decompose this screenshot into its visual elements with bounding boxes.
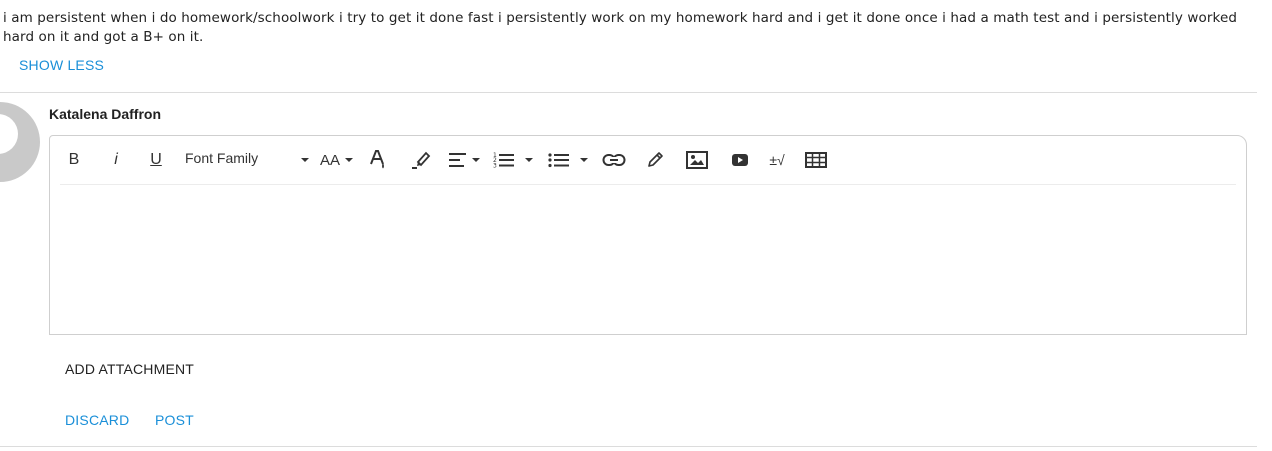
align-button[interactable] — [448, 148, 480, 172]
video-icon — [732, 154, 748, 166]
text-color-button[interactable] — [368, 148, 388, 172]
bullet-list-icon — [548, 153, 569, 168]
image-icon — [686, 151, 708, 169]
post-button[interactable]: POST — [155, 412, 194, 428]
font-family-value: Font Family — [185, 150, 259, 166]
show-less-link[interactable]: SHOW LESS — [19, 57, 104, 73]
ordered-list-icon: 1 2 3 — [493, 152, 514, 170]
formula-button[interactable]: ±√ — [766, 148, 788, 172]
chevron-down-icon — [301, 158, 309, 162]
insert-video-button[interactable] — [728, 148, 752, 172]
author-name: Katalena Daffron — [49, 106, 162, 122]
chevron-down-icon — [580, 158, 588, 162]
editor-text-area[interactable] — [50, 185, 1246, 334]
highlighter-icon — [412, 151, 431, 169]
text-color-icon — [370, 150, 384, 169]
svg-text:3: 3 — [493, 163, 497, 170]
avatar — [0, 102, 40, 182]
link-button[interactable] — [601, 148, 627, 172]
pencil-icon — [648, 152, 663, 167]
bold-button[interactable]: B — [64, 148, 84, 172]
italic-button[interactable]: i — [106, 148, 126, 172]
divider — [0, 92, 1257, 93]
draw-button[interactable] — [644, 148, 666, 172]
insert-table-button[interactable] — [804, 148, 828, 172]
font-size-label: AA — [320, 151, 341, 169]
chevron-down-icon — [472, 158, 480, 162]
underline-button[interactable]: U — [146, 148, 166, 172]
rich-text-editor[interactable]: B i U Font Family AA 1 2 3 ±√ — [49, 135, 1247, 335]
add-attachment-button[interactable]: ADD ATTACHMENT — [65, 361, 194, 377]
font-family-select[interactable]: Font Family — [185, 150, 313, 170]
editor-toolbar: B i U Font Family AA 1 2 3 ±√ — [60, 136, 1236, 185]
discard-button[interactable]: DISCARD — [65, 412, 129, 428]
link-icon — [602, 154, 626, 166]
chevron-down-icon — [345, 158, 353, 162]
comment-text: i am persistent when i do homework/schoo… — [3, 10, 1238, 45]
ordered-list-button[interactable]: 1 2 3 — [493, 148, 537, 172]
table-icon — [805, 152, 827, 168]
divider — [0, 446, 1257, 447]
highlight-button[interactable] — [410, 148, 432, 172]
font-size-button[interactable]: AA — [320, 148, 353, 172]
bullet-list-button[interactable] — [548, 148, 592, 172]
chevron-down-icon — [525, 158, 533, 162]
insert-image-button[interactable] — [685, 148, 709, 172]
align-left-icon — [449, 153, 466, 167]
